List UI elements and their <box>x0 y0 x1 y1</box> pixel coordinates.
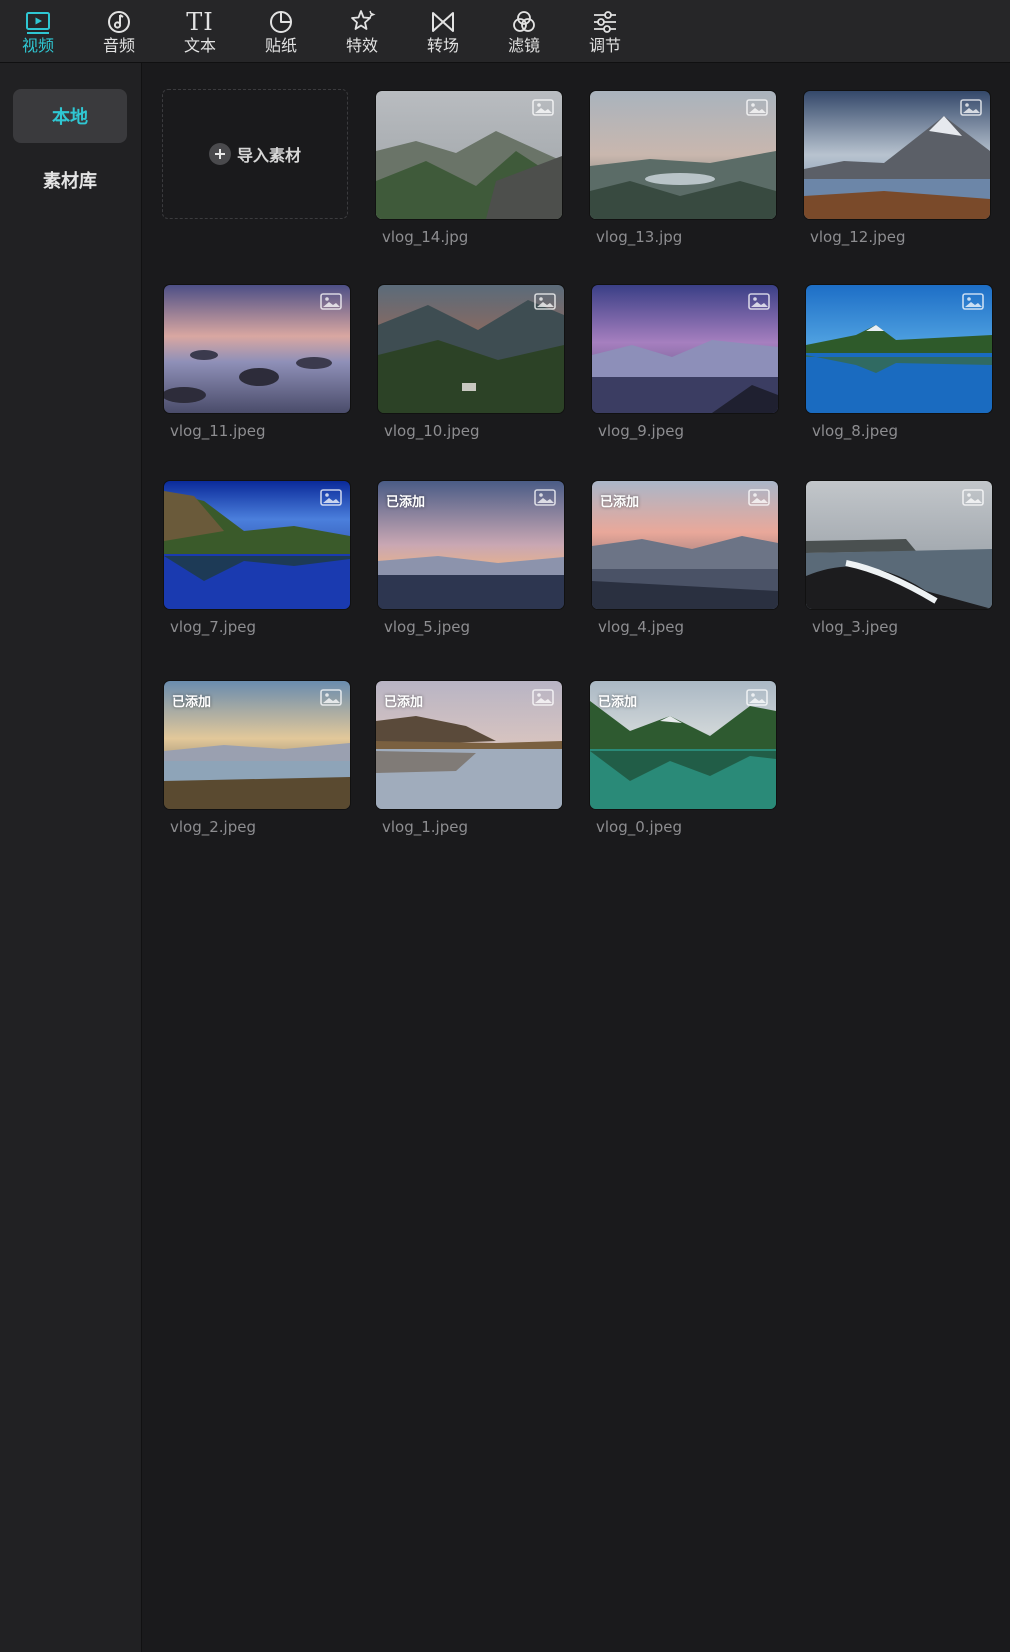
sidebar-item-library[interactable]: 素材库 <box>13 153 127 207</box>
thumbnail: 已添加 <box>378 481 564 609</box>
tab-effects[interactable]: 特效 <box>327 0 397 62</box>
file-name: vlog_14.jpg <box>382 228 469 246</box>
image-type-icon <box>320 689 342 706</box>
file-name: vlog_1.jpeg <box>382 818 468 836</box>
import-media-label: 导入素材 <box>236 146 301 165</box>
video-icon <box>24 8 52 36</box>
media-tile[interactable]: vlog_12.jpeg <box>804 91 990 246</box>
sticker-icon <box>267 8 295 36</box>
file-name: vlog_4.jpeg <box>598 618 684 636</box>
thumbnail: 已添加 <box>376 681 562 809</box>
top-toolbar: 视频 音频 TI 文本 贴纸 特效 转场 滤镜 调节 <box>0 0 1010 63</box>
media-tile[interactable]: 已添加 vlog_4.jpeg <box>592 481 778 636</box>
tab-effects-label: 特效 <box>345 36 378 55</box>
media-tile[interactable]: vlog_13.jpg <box>590 91 776 246</box>
media-tile[interactable]: vlog_11.jpeg <box>164 285 350 440</box>
added-badge: 已添加 <box>386 495 426 510</box>
tab-audio[interactable]: 音频 <box>84 0 154 62</box>
tab-text[interactable]: TI 文本 <box>165 0 235 62</box>
image-type-icon <box>960 99 982 116</box>
image-type-icon <box>534 293 556 310</box>
image-type-icon <box>962 489 984 506</box>
thumbnail <box>804 91 990 219</box>
thumbnail <box>806 481 992 609</box>
image-type-icon <box>320 489 342 506</box>
sidebar-item-local[interactable]: 本地 <box>13 89 127 143</box>
text-icon: TI <box>186 8 214 36</box>
tab-adjust-label: 调节 <box>588 36 621 55</box>
media-grid: 导入素材 vlog_14.jpg vlog_13.jpg vlog_12.jpe… <box>142 63 1010 1652</box>
file-name: vlog_8.jpeg <box>812 422 898 440</box>
added-badge: 已添加 <box>600 495 640 510</box>
media-tile[interactable]: 已添加 vlog_5.jpeg <box>378 481 564 636</box>
thumbnail: 已添加 <box>164 681 350 809</box>
thumbnail: 已添加 <box>592 481 778 609</box>
thumbnail <box>376 91 562 219</box>
image-type-icon <box>320 293 342 310</box>
file-name: vlog_13.jpg <box>596 228 683 246</box>
image-type-icon <box>746 99 768 116</box>
thumbnail <box>164 481 350 609</box>
thumbnail: 已添加 <box>590 681 776 809</box>
image-type-icon <box>748 489 770 506</box>
plus-icon <box>208 143 231 165</box>
media-tile[interactable]: 已添加 vlog_2.jpeg <box>164 681 350 836</box>
import-media-button[interactable]: 导入素材 <box>162 89 348 219</box>
tab-sticker-label: 贴纸 <box>264 36 297 55</box>
added-badge: 已添加 <box>598 695 638 710</box>
tab-video[interactable]: 视频 <box>3 0 73 62</box>
image-type-icon <box>532 689 554 706</box>
tab-text-label: 文本 <box>183 36 216 55</box>
effects-icon <box>348 8 376 36</box>
transition-icon <box>429 8 457 36</box>
added-badge: 已添加 <box>172 695 212 710</box>
thumbnail <box>590 91 776 219</box>
tab-filter[interactable]: 滤镜 <box>489 0 559 62</box>
media-tile[interactable]: vlog_8.jpeg <box>806 285 992 440</box>
file-name: vlog_5.jpeg <box>384 618 470 636</box>
sidebar: 本地 素材库 <box>0 63 142 1652</box>
file-name: vlog_0.jpeg <box>596 818 682 836</box>
media-tile[interactable]: 已添加 vlog_0.jpeg <box>590 681 776 836</box>
media-tile[interactable]: vlog_3.jpeg <box>806 481 992 636</box>
filter-icon <box>510 8 538 36</box>
tab-transition[interactable]: 转场 <box>408 0 478 62</box>
thumbnail <box>378 285 564 413</box>
image-type-icon <box>532 99 554 116</box>
file-name: vlog_10.jpeg <box>384 422 480 440</box>
tab-filter-label: 滤镜 <box>507 36 540 55</box>
tab-adjust[interactable]: 调节 <box>570 0 640 62</box>
audio-icon <box>105 8 133 36</box>
file-name: vlog_3.jpeg <box>812 618 898 636</box>
image-type-icon <box>748 293 770 310</box>
added-badge: 已添加 <box>384 695 424 710</box>
thumbnail <box>164 285 350 413</box>
tab-audio-label: 音频 <box>102 36 135 55</box>
file-name: vlog_7.jpeg <box>170 618 256 636</box>
media-tile[interactable]: vlog_10.jpeg <box>378 285 564 440</box>
image-type-icon <box>962 293 984 310</box>
thumbnail <box>592 285 778 413</box>
media-tile[interactable]: vlog_7.jpeg <box>164 481 350 636</box>
file-name: vlog_2.jpeg <box>170 818 256 836</box>
tab-video-label: 视频 <box>21 36 54 55</box>
thumbnail <box>806 285 992 413</box>
file-name: vlog_11.jpeg <box>170 422 266 440</box>
media-tile[interactable]: vlog_9.jpeg <box>592 285 778 440</box>
media-tile[interactable]: vlog_14.jpg <box>376 91 562 246</box>
image-type-icon <box>534 489 556 506</box>
adjust-icon <box>591 8 619 36</box>
file-name: vlog_9.jpeg <box>598 422 684 440</box>
media-tile[interactable]: 已添加 vlog_1.jpeg <box>376 681 562 836</box>
image-type-icon <box>746 689 768 706</box>
tab-transition-label: 转场 <box>426 36 459 55</box>
file-name: vlog_12.jpeg <box>810 228 906 246</box>
tab-sticker[interactable]: 贴纸 <box>246 0 316 62</box>
